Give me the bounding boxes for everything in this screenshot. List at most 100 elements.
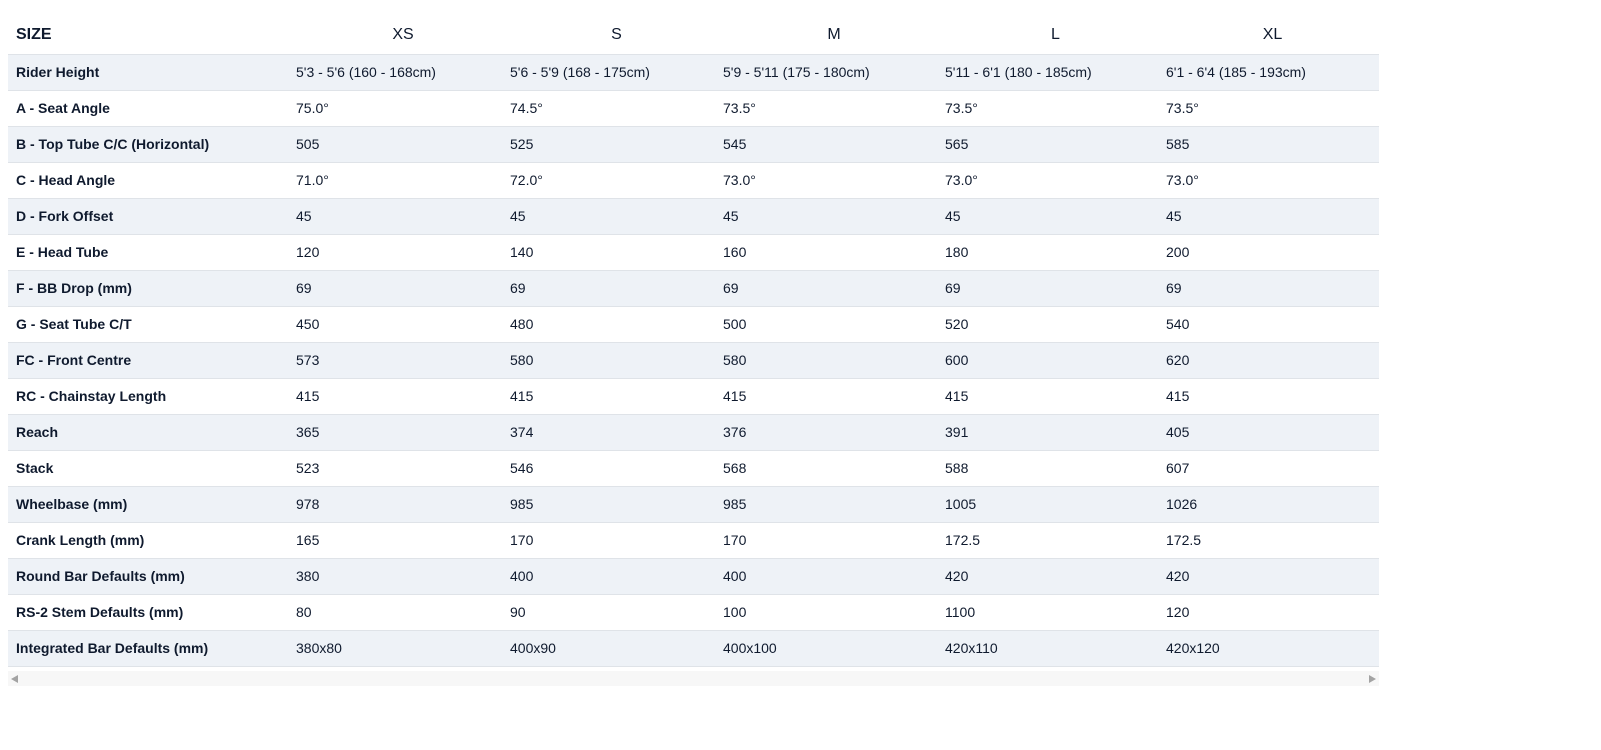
table-row: G - Seat Tube C/T 450 480 500 520 540	[8, 306, 1379, 342]
table-row: F - BB Drop (mm) 69 69 69 69 69	[8, 270, 1379, 306]
table-cell: 523	[296, 460, 320, 476]
table-cell: 100	[723, 604, 747, 620]
table-cell: 985	[510, 496, 534, 512]
table-cell: 200	[1166, 244, 1190, 260]
geometry-table-container: SIZE XS S M L XL Rider Height 5'3 - 5'6 (…	[8, 16, 1379, 667]
table-cell: 71.0°	[296, 172, 329, 188]
table-cell: 69	[723, 280, 739, 296]
table-cell: 400x100	[723, 640, 777, 656]
table-header: SIZE XS S M L XL	[8, 16, 1379, 54]
table-cell: 978	[296, 496, 320, 512]
table-cell: 391	[945, 424, 969, 440]
table-cell: 1026	[1166, 496, 1198, 512]
table-cell: 5'3 - 5'6 (160 - 168cm)	[296, 64, 436, 80]
table-cell: 420x110	[945, 640, 998, 656]
table-cell: 568	[723, 460, 747, 476]
table-cell: 73.5°	[945, 100, 978, 116]
row-label: D - Fork Offset	[16, 208, 114, 224]
table-cell: 170	[510, 532, 534, 548]
table-cell: 400x90	[510, 640, 556, 656]
table-cell: 585	[1166, 136, 1190, 152]
table-cell: 415	[510, 388, 534, 404]
table-row: Integrated Bar Defaults (mm) 380x80 400x90…	[8, 630, 1379, 666]
table-cell: 365	[296, 424, 320, 440]
table-cell: 565	[945, 136, 969, 152]
table-cell: 1005	[945, 496, 977, 512]
row-label: C - Head Angle	[16, 172, 116, 188]
table-cell: 600	[945, 352, 969, 368]
table-cell: 420	[945, 568, 969, 584]
table-row: FC - Front Centre 573 580 580 600 620	[8, 342, 1379, 378]
size-column-m: M	[827, 25, 841, 43]
table-row: RC - Chainstay Length 415 415 415 415 415	[8, 378, 1379, 414]
table-cell: 75.0°	[296, 100, 329, 116]
table-cell: 73.5°	[1166, 100, 1199, 116]
table-cell: 120	[296, 244, 320, 260]
table-row: A - Seat Angle 75.0° 74.5° 73.5° 73.5° 73.5°	[8, 90, 1379, 126]
table-cell: 80	[296, 604, 312, 620]
row-label: Integrated Bar Defaults (mm)	[16, 640, 209, 656]
scroll-right-arrow-icon[interactable]	[1369, 675, 1376, 683]
table-cell: 540	[1166, 316, 1190, 332]
table-cell: 374	[510, 424, 534, 440]
table-cell: 140	[510, 244, 534, 260]
table-cell: 607	[1166, 460, 1190, 476]
table-cell: 165	[296, 532, 320, 548]
table-row: D - Fork Offset 45 45 45 45 45	[8, 198, 1379, 234]
table-cell: 545	[723, 136, 747, 152]
size-column-s: S	[611, 25, 622, 43]
table-row: E - Head Tube 120 140 160 180 200	[8, 234, 1379, 270]
table-cell: 170	[723, 532, 747, 548]
table-row: RS-2 Stem Defaults (mm) 80 90 100 1100 120	[8, 594, 1379, 630]
table-cell: 546	[510, 460, 534, 476]
table-cell: 74.5°	[510, 100, 543, 116]
table-cell: 620	[1166, 352, 1190, 368]
table-cell: 376	[723, 424, 747, 440]
table-cell: 6'1 - 6'4 (185 - 193cm)	[1166, 64, 1306, 80]
table-cell: 69	[510, 280, 526, 296]
scroll-left-arrow-icon[interactable]	[11, 675, 18, 683]
table-row: Reach 365 374 376 391 405	[8, 414, 1379, 450]
table-cell: 45	[723, 208, 739, 224]
row-label: F - BB Drop (mm)	[16, 280, 132, 296]
table-cell: 1100	[945, 604, 976, 620]
table-cell: 420x120	[1166, 640, 1220, 656]
row-label: B - Top Tube C/C (Horizontal)	[16, 136, 210, 152]
table-cell: 580	[723, 352, 747, 368]
row-label: G - Seat Tube C/T	[16, 316, 132, 332]
table-cell: 180	[945, 244, 969, 260]
table-row: Crank Length (mm) 165 170 170 172.5 172.5	[8, 522, 1379, 558]
size-column-xs: XS	[392, 25, 414, 43]
row-label: E - Head Tube	[16, 244, 109, 260]
table-cell: 160	[723, 244, 747, 260]
size-column-xl: XL	[1262, 25, 1283, 43]
table-cell: 73.0°	[945, 172, 978, 188]
row-label: Stack	[16, 460, 54, 476]
table-cell: 500	[723, 316, 747, 332]
horizontal-scrollbar[interactable]	[8, 671, 1379, 686]
table-row: Stack 523 546 568 588 607	[8, 450, 1379, 486]
table-row: B - Top Tube C/C (Horizontal) 505 525 545 56…	[8, 126, 1379, 162]
row-label: RC - Chainstay Length	[16, 388, 167, 404]
table-cell: 5'11 - 6'1 (180 - 185cm)	[945, 64, 1092, 80]
table-cell: 520	[945, 316, 969, 332]
table-cell: 415	[296, 388, 320, 404]
table-cell: 525	[510, 136, 534, 152]
table-cell: 380	[296, 568, 320, 584]
row-label: A - Seat Angle	[16, 100, 110, 116]
table-cell: 69	[1166, 280, 1182, 296]
table-cell: 415	[723, 388, 747, 404]
table-body: Rider Height 5'3 - 5'6 (160 - 168cm) 5'6 -…	[8, 54, 1379, 666]
table-cell: 588	[945, 460, 969, 476]
header-row: SIZE XS S M L XL	[8, 16, 1379, 54]
row-label: RS-2 Stem Defaults (mm)	[16, 604, 184, 620]
table-cell: 69	[945, 280, 961, 296]
table-cell: 73.0°	[723, 172, 756, 188]
table-cell: 5'9 - 5'11 (175 - 180cm)	[723, 64, 870, 80]
row-label: Wheelbase (mm)	[16, 496, 128, 512]
table-cell: 45	[1166, 208, 1182, 224]
table-cell: 120	[1166, 604, 1190, 620]
row-label: Reach	[16, 424, 59, 440]
table-cell: 45	[945, 208, 961, 224]
table-cell: 380x80	[296, 640, 342, 656]
